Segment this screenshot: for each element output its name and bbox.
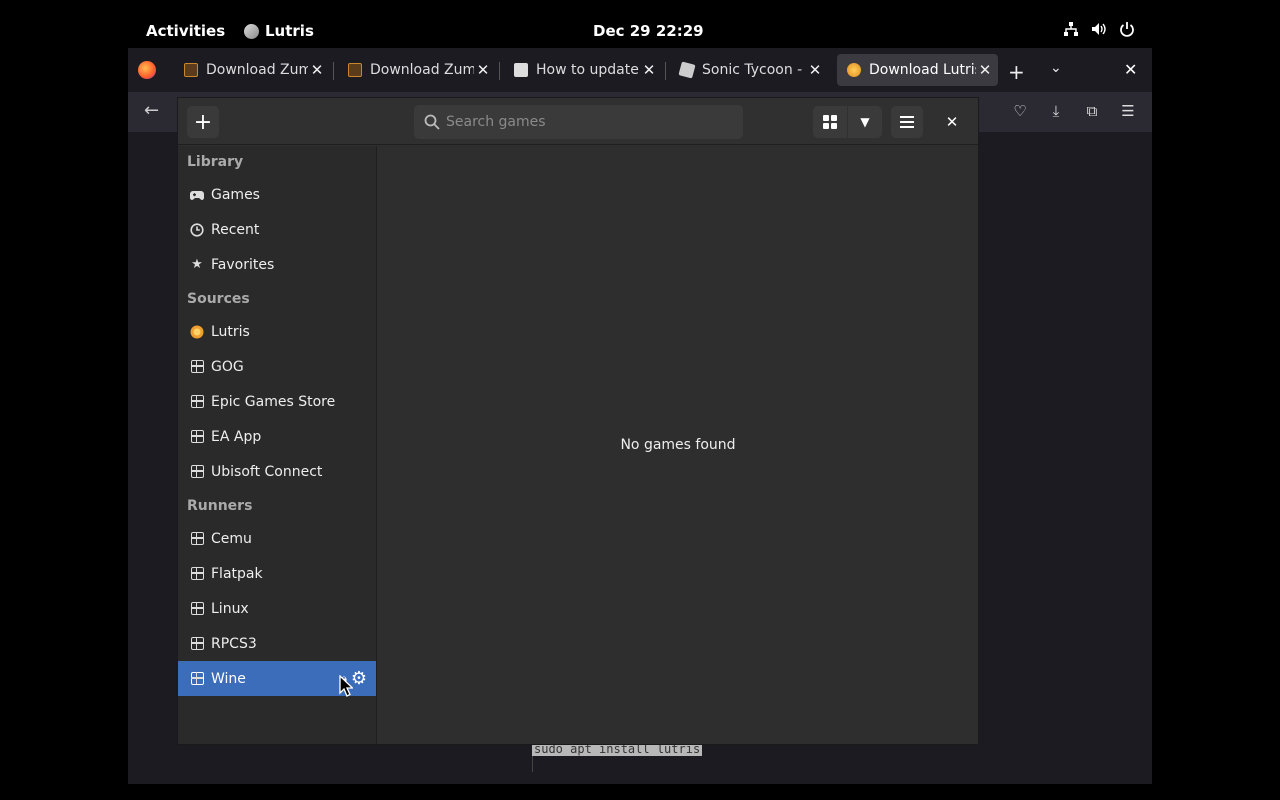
sidebar-item-label: EA App — [211, 428, 262, 445]
section-header-runners: Runners — [187, 498, 253, 514]
lutris-icon — [847, 63, 861, 77]
window-close-icon[interactable]: ✕ — [1124, 60, 1137, 79]
package-icon — [190, 602, 204, 616]
playstation-icon — [514, 63, 528, 77]
tab-separator — [665, 62, 666, 80]
search-input[interactable] — [446, 114, 726, 130]
sidebar-item-label: Games — [211, 186, 260, 203]
volume-icon[interactable] — [1090, 20, 1108, 38]
sidebar-item-games[interactable]: Games — [178, 177, 376, 212]
sidebar-item-flatpak[interactable]: Flatpak — [178, 556, 376, 591]
tab-bar: Download Zuma ✕ Download Zuma ✕ How to u… — [128, 48, 1152, 92]
add-game-button[interactable]: + — [187, 106, 219, 138]
firefox-icon[interactable] — [138, 61, 156, 79]
browser-tab[interactable]: Download Zuma ✕ — [174, 54, 330, 86]
star-icon: ★ — [191, 257, 203, 272]
game-list-area: No games found — [378, 146, 978, 744]
browser-tab-active[interactable]: Download Lutris ✕ — [837, 54, 998, 86]
close-tab-icon[interactable]: ✕ — [976, 61, 994, 79]
package-icon — [190, 672, 204, 686]
sidebar-item-label: GOG — [211, 358, 244, 375]
sidebar-item-lutris[interactable]: Lutris — [178, 314, 376, 349]
sidebar: Library Games Recent ★ Favorites Sources… — [178, 146, 377, 744]
close-tab-icon[interactable]: ✕ — [308, 61, 326, 79]
mouse-cursor-icon — [339, 675, 353, 697]
close-tab-icon[interactable]: ✕ — [806, 61, 824, 79]
main-menu-button[interactable] — [891, 106, 923, 138]
hamburger-menu-icon[interactable]: ☰ — [1118, 102, 1138, 120]
browser-tab[interactable]: Sonic Tycoon - R ✕ — [670, 54, 828, 86]
download-icon[interactable]: ⤓ — [1046, 102, 1066, 120]
sidebar-item-epic-games-store[interactable]: Epic Games Store — [178, 384, 376, 419]
close-window-button[interactable]: ✕ — [940, 110, 964, 134]
search-box[interactable] — [414, 105, 743, 139]
r-icon — [348, 63, 362, 77]
package-icon — [190, 360, 204, 374]
activities-button[interactable]: Activities — [146, 22, 225, 40]
tab-separator — [333, 62, 334, 80]
sidebar-item-label: Cemu — [211, 530, 252, 547]
browser-tab[interactable]: Download Zuma ✕ — [338, 54, 496, 86]
list-tabs-icon[interactable]: ⌄ — [1050, 60, 1062, 76]
plus-icon: + — [193, 109, 213, 135]
extensions-icon[interactable]: ⧉ — [1082, 102, 1102, 120]
clock-icon — [190, 222, 204, 237]
sidebar-item-label: Favorites — [211, 256, 275, 273]
sidebar-item-ea-app[interactable]: EA App — [178, 419, 376, 454]
package-icon — [190, 567, 204, 581]
sidebar-item-recent[interactable]: Recent — [178, 212, 376, 247]
roblox-icon — [678, 61, 696, 79]
package-icon — [190, 465, 204, 479]
sidebar-item-favorites[interactable]: ★ Favorites — [178, 247, 376, 282]
new-tab-icon[interactable]: + — [1008, 60, 1025, 84]
sidebar-item-label: RPCS3 — [211, 635, 257, 652]
sidebar-item-gog[interactable]: GOG — [178, 349, 376, 384]
lutris-header-bar: + ▼ ✕ — [178, 98, 978, 145]
view-options-dropdown[interactable]: ▼ — [848, 106, 882, 138]
grid-icon — [823, 115, 837, 129]
browser-tab[interactable]: How to update P ✕ — [504, 54, 662, 86]
sidebar-item-linux[interactable]: Linux — [178, 591, 376, 626]
close-icon: ✕ — [945, 113, 959, 131]
close-tab-icon[interactable]: ✕ — [640, 61, 658, 79]
lutris-icon — [190, 325, 204, 339]
sidebar-item-label: Lutris — [211, 323, 250, 340]
back-arrow-icon[interactable]: ← — [144, 100, 159, 121]
sidebar-item-label: Recent — [211, 221, 260, 238]
package-icon — [190, 395, 204, 409]
network-icon[interactable] — [1062, 20, 1080, 38]
system-tray[interactable] — [1062, 20, 1136, 38]
sidebar-item-label: Wine — [211, 670, 246, 687]
search-icon — [424, 114, 440, 130]
package-icon — [190, 430, 204, 444]
power-icon[interactable] — [1118, 20, 1136, 38]
lutris-app-icon — [244, 23, 259, 39]
sidebar-item-label: Epic Games Store — [211, 393, 336, 410]
sidebar-item-label: Linux — [211, 600, 249, 617]
close-tab-icon[interactable]: ✕ — [474, 61, 492, 79]
sidebar-item-label: Ubisoft Connect — [211, 463, 323, 480]
pocket-icon[interactable]: ♡ — [1010, 102, 1030, 120]
hamburger-icon — [900, 116, 914, 128]
empty-state-message: No games found — [620, 437, 736, 453]
clock[interactable]: Dec 29 22:29 — [593, 22, 704, 40]
r-icon — [184, 63, 198, 77]
package-icon — [190, 637, 204, 651]
sidebar-item-cemu[interactable]: Cemu — [178, 521, 376, 556]
section-header-sources: Sources — [187, 291, 250, 307]
caret-down-icon: ▼ — [860, 115, 870, 129]
sidebar-item-label: Flatpak — [211, 565, 263, 582]
sidebar-item-rpcs3[interactable]: RPCS3 — [178, 626, 376, 661]
sidebar-item-ubisoft-connect[interactable]: Ubisoft Connect — [178, 454, 376, 489]
gnome-top-bar: Activities Lutris Dec 29 22:29 — [0, 0, 1280, 48]
section-header-library: Library — [187, 154, 244, 170]
tab-separator — [499, 62, 500, 80]
app-menu-label: Lutris — [265, 22, 314, 40]
gamepad-icon — [190, 188, 204, 202]
lutris-window: + ▼ ✕ Library Games R — [177, 97, 979, 745]
gear-icon[interactable]: ⚙ — [351, 668, 367, 689]
package-icon — [190, 532, 204, 546]
grid-view-button[interactable] — [813, 106, 847, 138]
app-menu[interactable]: Lutris — [244, 22, 314, 40]
